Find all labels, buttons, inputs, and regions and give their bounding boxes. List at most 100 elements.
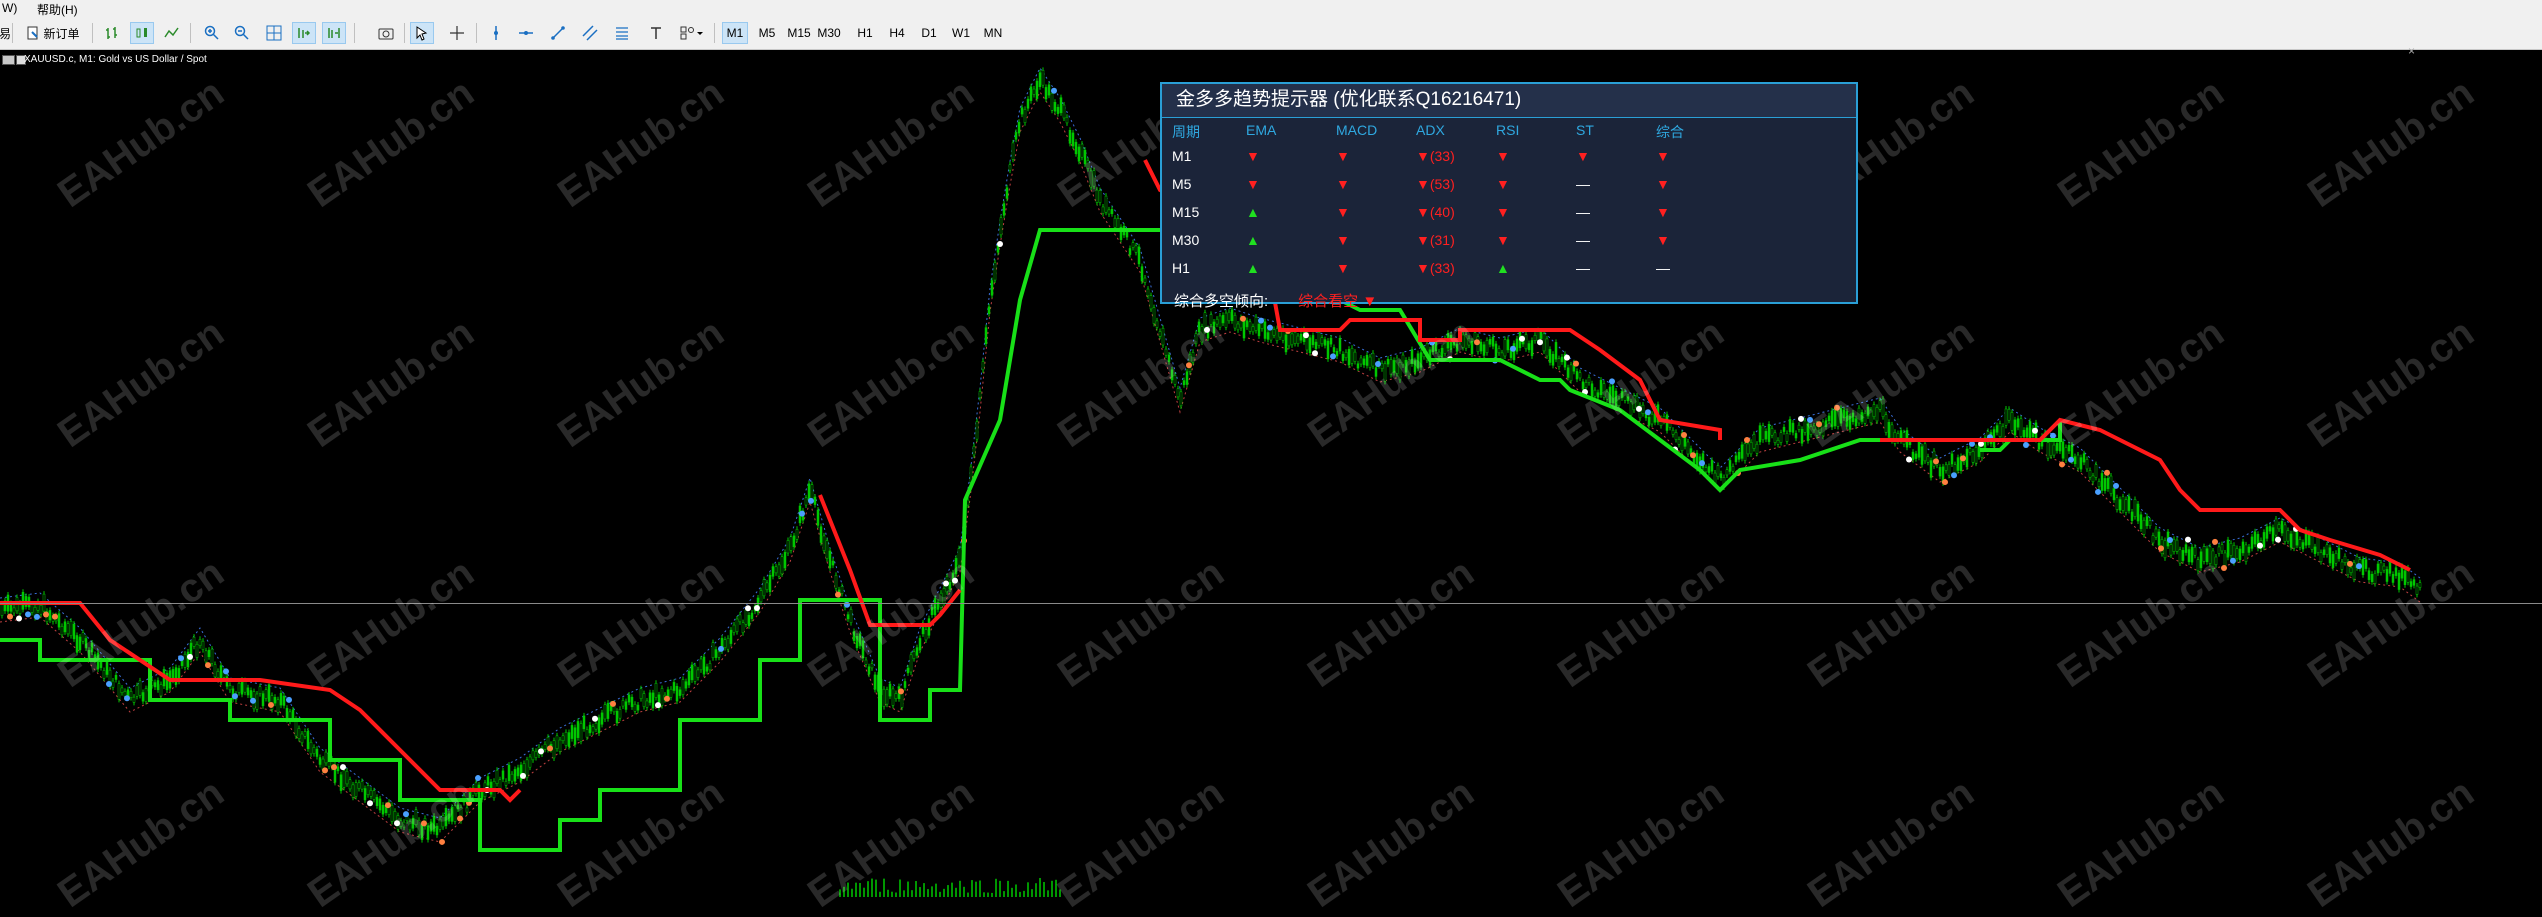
candle-body: [564, 732, 568, 746]
candle-body: [1911, 451, 1915, 460]
shapes-dropdown-button[interactable]: [676, 22, 708, 44]
candle-body: [516, 767, 520, 777]
signal-marker: [664, 695, 670, 702]
timeframe-d1-button[interactable]: D1: [916, 22, 942, 44]
vertical-line-button[interactable]: [484, 22, 508, 44]
signal-marker: [2356, 563, 2362, 570]
toolbar: 易 新订单 M1 M5 M15 M30 H1 H4 D1 W1 MN: [0, 17, 2542, 50]
trend-indicator-panel[interactable]: 金多多趋势提示器 (优化联系Q16216471) 周期 EMA MACD ADX RSI…: [1160, 82, 1858, 310]
toolbar-separator: [354, 23, 355, 43]
candle-body: [2115, 497, 2119, 510]
signal-marker: [1906, 456, 1912, 463]
candle-body: [1731, 466, 1735, 472]
timeframe-h1-button[interactable]: H1: [852, 22, 878, 44]
candle-body: [2025, 427, 2029, 438]
line-chart-button[interactable]: [160, 22, 184, 44]
candle-body: [975, 421, 979, 440]
candle-body: [348, 779, 352, 790]
candle-body: [1533, 335, 1537, 341]
autoscroll-button[interactable]: [292, 22, 316, 44]
candle-body: [1023, 109, 1027, 123]
menu-item-help[interactable]: 帮助(H): [37, 1, 78, 18]
candle-body: [72, 623, 76, 640]
candle-body: [1728, 460, 1732, 472]
candle-body: [498, 779, 502, 789]
candle-body: [378, 798, 382, 811]
signal-marker: [178, 655, 184, 662]
candle-body: [2106, 478, 2110, 489]
screenshot-button[interactable]: [374, 22, 398, 44]
candle-body: [156, 680, 160, 691]
new-order-button[interactable]: 新订单: [18, 22, 88, 44]
candle-body: [531, 750, 535, 761]
panel-cell-macd: ▼: [1336, 260, 1350, 276]
timeframe-mn-button[interactable]: MN: [980, 22, 1006, 44]
fibonacci-button[interactable]: [610, 22, 634, 44]
panel-cell-adx: ▼(33): [1416, 260, 1455, 276]
candle-body: [990, 280, 994, 296]
bar-chart-button[interactable]: [100, 22, 124, 44]
candle-body: [771, 566, 775, 577]
signal-marker: [1510, 345, 1516, 352]
menu-item-window[interactable]: W): [2, 1, 17, 15]
candle-body: [60, 626, 64, 636]
candle-body: [2235, 548, 2239, 559]
candle-body: [981, 361, 985, 371]
panel-cell-ema: ▼: [1246, 148, 1260, 164]
zoom-in-button[interactable]: [200, 22, 224, 44]
candle-body: [672, 682, 676, 691]
timeframe-m30-button[interactable]: M30: [814, 22, 844, 44]
candle-body: [741, 622, 745, 634]
signal-marker: [610, 700, 616, 707]
candle-body: [1674, 432, 1678, 440]
timeframe-w1-button[interactable]: W1: [948, 22, 974, 44]
candle-body: [906, 667, 910, 674]
candle-body: [2052, 444, 2056, 456]
candle-body: [2181, 550, 2185, 561]
candle-body: [828, 550, 832, 569]
candle-body: [1947, 463, 1951, 476]
candle-body: [2055, 443, 2059, 451]
panel-row-period: H1: [1172, 260, 1190, 276]
candle-body: [1488, 338, 1492, 345]
candle-body: [1044, 87, 1048, 100]
zoom-out-button[interactable]: [230, 22, 254, 44]
candle-body: [606, 702, 610, 719]
text-tool-button[interactable]: [644, 22, 668, 44]
candle-body: [1650, 413, 1654, 425]
candle-body: [1350, 348, 1354, 364]
candle-body: [651, 692, 655, 709]
timeframe-m15-button[interactable]: M15: [784, 22, 814, 44]
horizontal-line-button[interactable]: [514, 22, 538, 44]
signal-marker: [52, 613, 58, 620]
candle-body: [2361, 558, 2365, 576]
candle-body: [2061, 441, 2065, 459]
toolbar-partial-label[interactable]: 易: [0, 22, 11, 44]
candle-body: [555, 735, 559, 749]
timeframe-m5-button[interactable]: M5: [754, 22, 780, 44]
panel-cell-ema: ▲: [1246, 232, 1260, 248]
candle-body: [1929, 460, 1933, 478]
channel-button[interactable]: [578, 22, 602, 44]
candle-body: [738, 614, 742, 623]
candle-body: [762, 579, 766, 597]
candle-body: [732, 624, 736, 633]
candle-body: [1767, 423, 1771, 442]
candle-body: [1011, 142, 1015, 160]
candle-body: [819, 526, 823, 543]
candlestick-button[interactable]: [130, 22, 154, 44]
trendline-button[interactable]: [546, 22, 570, 44]
crosshair-button[interactable]: [445, 22, 469, 44]
candle-body: [2322, 549, 2326, 556]
signal-marker: [205, 662, 211, 669]
candle-body: [591, 726, 595, 733]
cursor-tool-button[interactable]: [410, 22, 434, 44]
signal-marker: [2032, 427, 2038, 434]
tile-windows-button[interactable]: [262, 22, 286, 44]
crosshair-icon: [450, 26, 464, 40]
timeframe-h4-button[interactable]: H4: [884, 22, 910, 44]
timeframe-m1-button[interactable]: M1: [722, 22, 748, 44]
candle-body: [39, 604, 43, 615]
chart-shift-button[interactable]: [322, 22, 346, 44]
candle-body: [1116, 218, 1120, 229]
